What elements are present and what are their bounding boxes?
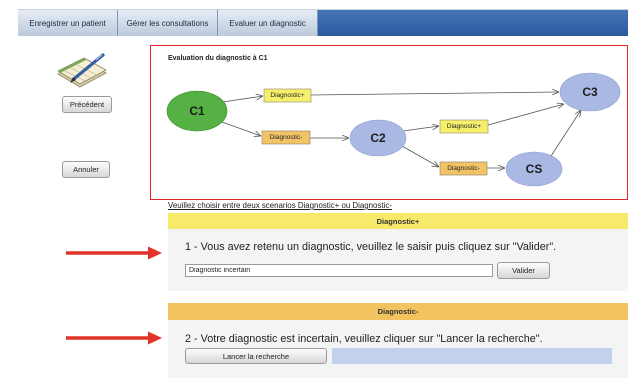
diagram-canvas: Evaluation du diagnostic à C1 Diagnostic… [166,55,621,187]
node-cs-label: CS [526,162,543,176]
edge-label-c2-plus: Diagnostic+ [447,123,481,130]
node-c3-label: C3 [582,85,598,99]
diagnostic-minus-panel: Diagnostic- 2 - Votre diagnostic est inc… [168,303,628,378]
node-c2-label: C2 [370,131,386,145]
scenario-instruction-link[interactable]: Veuillez choisir entre deux scenarios Di… [168,200,392,211]
edge-label-c2-minus: Diagnostic- [447,165,480,172]
diagnostic-minus-header: Diagnostic- [168,303,628,320]
edge-c2-diagnostic-plus [402,126,439,132]
validate-button[interactable]: Valider [497,262,550,279]
diagram-title: Evaluation du diagnostic à C1 [168,55,268,62]
cancel-button[interactable]: Annuler [62,161,110,178]
diagnosis-input[interactable] [185,264,493,277]
diagnostic-plus-header: Diagnostic+ [168,213,628,229]
edge-c1-diagnostic-plus [222,96,263,103]
edge-c2-diagnostic-minus [401,145,439,167]
previous-button[interactable]: Précédent [62,96,112,113]
diagnostic-plus-panel: Diagnostic+ 1 - Vous avez retenu un diag… [168,213,628,291]
red-arrow-right-icon [66,246,162,260]
node-c1-label: C1 [189,104,205,118]
arrow-head [148,331,162,345]
edge-c1-diagnostic-minus [221,121,261,136]
tab-gerer-consultations[interactable]: Gérer les consultations [118,10,218,36]
diagnostic-plus-prompt: 1 - Vous avez retenu un diagnostic, veui… [185,241,557,253]
diagnostic-minus-prompt: 2 - Votre diagnostic est incertain, veui… [185,333,543,345]
edge-diagnostic-plus-c3 [310,92,559,96]
tab-enregistrer-patient[interactable]: Enregistrer un patient [18,10,118,36]
edge-cs-c3 [550,110,581,157]
notepad-pen-icon [54,51,110,89]
edge-label-c1-minus: Diagnostic- [270,134,303,141]
red-arrow-right-icon [66,331,162,345]
launch-search-button[interactable]: Lancer la recherche [185,348,327,364]
search-status-bar [332,348,612,364]
diagnostic-flow-diagram: Evaluation du diagnostic à C1 Diagnostic… [150,45,628,200]
arrow-head [148,246,162,260]
nav-bar-filler [318,10,628,36]
edge-label-c1-plus: Diagnostic+ [270,92,304,99]
edge-diagnostic-plus-c3-2 [487,104,564,126]
tab-evaluer-diagnostic[interactable]: Evaluer un diagnostic [218,10,318,36]
top-nav-bar: Enregistrer un patient Gérer les consult… [18,9,628,36]
